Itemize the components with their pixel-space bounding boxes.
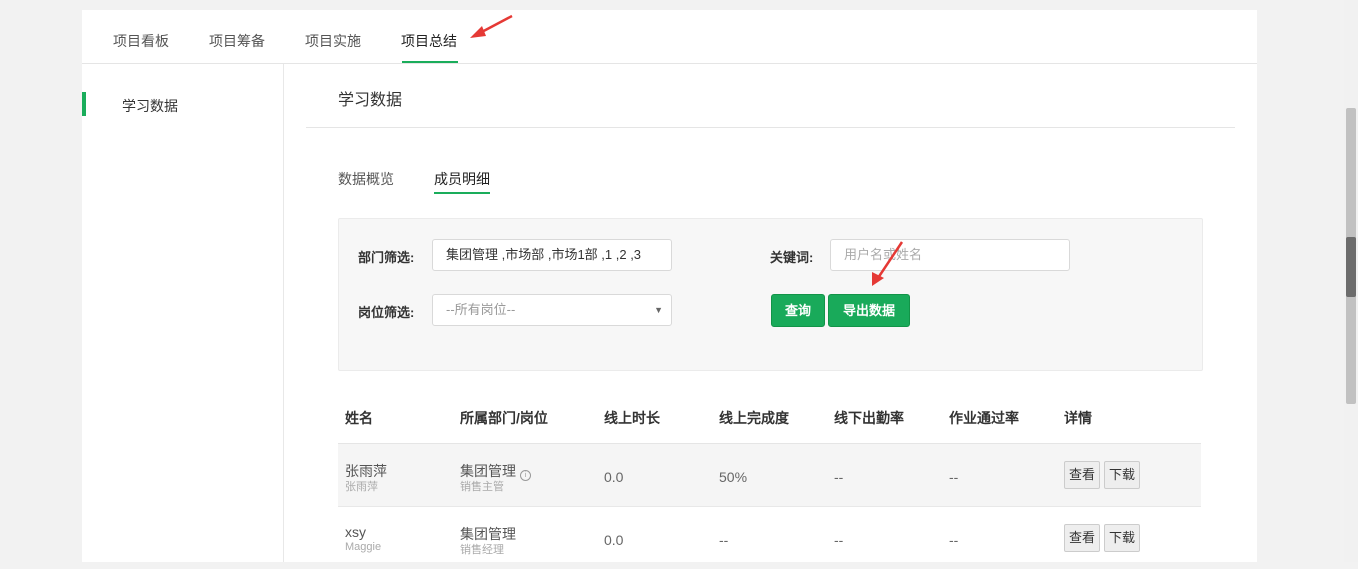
- tab-project-preparation[interactable]: 项目筹备: [209, 32, 265, 50]
- sidebar-item-learning-data[interactable]: 学习数据: [82, 92, 282, 116]
- sidebar-item-label: 学习数据: [122, 98, 178, 114]
- tab-project-summary[interactable]: 项目总结: [401, 32, 457, 50]
- download-button[interactable]: 下载: [1104, 461, 1140, 489]
- title-divider: [306, 127, 1235, 128]
- member-subname: Maggie: [345, 541, 382, 553]
- view-button[interactable]: 查看: [1064, 461, 1100, 489]
- keyword-label: 关键词:: [770, 250, 814, 265]
- position-select-value: --所有岗位--: [446, 302, 516, 317]
- member-name: xsy: [345, 524, 366, 540]
- attendance-value: --: [834, 532, 844, 548]
- tab-project-implementation[interactable]: 项目实施: [305, 32, 361, 50]
- top-nav: 项目看板 项目筹备 项目实施 项目总结: [82, 10, 1257, 64]
- info-icon[interactable]: i: [520, 470, 531, 481]
- position-filter-label: 岗位筛选:: [358, 305, 415, 320]
- member-position: 销售经理: [460, 544, 504, 556]
- pass-rate-value: --: [949, 532, 959, 548]
- page-title: 学习数据: [338, 92, 403, 109]
- annotation-arrow-icon: [872, 241, 904, 286]
- project-panel: 项目看板 项目筹备 项目实施 项目总结 学习数据 学习数据 数据概览 成员明细 …: [82, 10, 1257, 562]
- header-details: 详情: [1064, 410, 1092, 426]
- completion-value: 50%: [719, 469, 748, 485]
- attendance-value: --: [834, 469, 844, 485]
- online-time-value: 0.0: [604, 469, 624, 485]
- pass-rate-value: --: [949, 469, 959, 485]
- chevron-down-icon: ▼: [654, 305, 663, 315]
- header-online-completion: 线上完成度: [719, 410, 789, 426]
- active-tab-indicator: [402, 61, 458, 63]
- online-time-value: 0.0: [604, 532, 624, 548]
- member-subname: 张雨萍: [345, 481, 378, 493]
- sub-tab-indicator: [434, 192, 490, 194]
- header-online-time: 线上时长: [604, 410, 660, 426]
- department-filter-field[interactable]: 集团管理 ,市场部 ,市场1部 ,1 ,2 ,3: [432, 239, 672, 271]
- tab-member-details[interactable]: 成员明细: [434, 169, 490, 189]
- sidebar-active-indicator: [82, 92, 86, 116]
- export-data-button[interactable]: 导出数据: [828, 294, 910, 327]
- member-dept-text: 集团管理: [460, 463, 516, 479]
- tab-data-overview[interactable]: 数据概览: [338, 169, 394, 189]
- query-button[interactable]: 查询: [771, 294, 825, 327]
- member-position: 销售主管: [460, 481, 504, 493]
- header-name: 姓名: [345, 410, 373, 426]
- header-dept-position: 所属部门/岗位: [460, 410, 548, 426]
- completion-value: --: [719, 532, 729, 548]
- page-scrollbar[interactable]: [1344, 0, 1358, 562]
- position-filter-select[interactable]: --所有岗位-- ▼: [432, 294, 672, 326]
- header-homework-pass-rate: 作业通过率: [949, 410, 1019, 426]
- annotation-arrow-icon: [470, 14, 513, 38]
- header-offline-attendance: 线下出勤率: [834, 410, 904, 426]
- view-button[interactable]: 查看: [1064, 524, 1100, 552]
- department-filter-label: 部门筛选:: [358, 250, 415, 265]
- tab-project-board[interactable]: 项目看板: [113, 32, 169, 50]
- sidebar: 学习数据: [82, 64, 284, 562]
- download-button[interactable]: 下载: [1104, 524, 1140, 552]
- scrollbar-position-marker: [1346, 237, 1356, 297]
